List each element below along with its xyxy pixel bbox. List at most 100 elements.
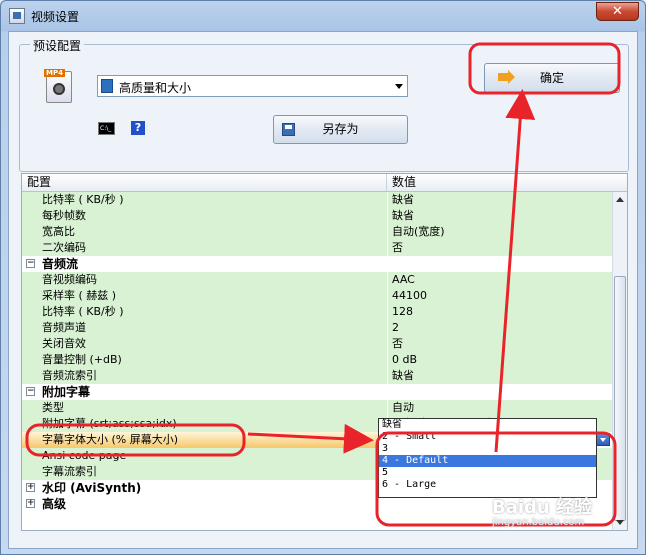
row-name-text: 字幕字体大小 (% 屏幕大小): [42, 433, 179, 446]
row-name-text: 字幕流索引: [42, 465, 97, 478]
table-row[interactable]: 比特率 ( KB/秒 ) 缺省: [22, 192, 612, 208]
row-name-cell: − 音频流: [22, 256, 387, 272]
expand-icon[interactable]: +: [26, 499, 35, 508]
table-row[interactable]: 音频流索引 缺省: [22, 368, 612, 384]
watermark-url: jingyan.baidu.com: [492, 517, 585, 528]
row-value-cell[interactable]: 否: [387, 336, 612, 352]
row-name-cell: + 高级: [22, 496, 387, 512]
category-row[interactable]: − 音频流: [22, 256, 612, 272]
row-name-text: 比特率 ( KB/秒 ): [42, 193, 124, 206]
font-size-dropdown-list[interactable]: 缺省 2 - Small 3 4 - Default 5 6 - Large: [378, 418, 597, 498]
row-value-cell[interactable]: 自动(宽度): [387, 224, 612, 240]
dropdown-option[interactable]: 缺省: [379, 419, 596, 431]
ok-label: 确定: [539, 71, 564, 85]
save-as-button[interactable]: 另存为: [273, 115, 408, 144]
row-name-cell: Ansi code page: [22, 448, 387, 464]
row-name-cell: 音量控制 (+dB): [22, 352, 387, 368]
column-header-config[interactable]: 配置: [22, 174, 387, 191]
row-name-text: 类型: [42, 401, 64, 414]
row-value-cell[interactable]: 128: [387, 304, 612, 320]
preset-group-label: 预设配置: [30, 37, 85, 54]
row-value-cell[interactable]: 缺省: [387, 192, 612, 208]
table-row[interactable]: 音视频编码 AAC: [22, 272, 612, 288]
scroll-up-arrow-icon[interactable]: [616, 197, 624, 202]
table-row[interactable]: 采样率 ( 赫兹 ) 44100: [22, 288, 612, 304]
table-row[interactable]: 音频声道 2: [22, 320, 612, 336]
row-name-text: 音频流: [42, 257, 79, 271]
table-row[interactable]: 音量控制 (+dB) 0 dB: [22, 352, 612, 368]
collapse-icon[interactable]: −: [26, 259, 35, 268]
expand-icon[interactable]: +: [26, 483, 35, 492]
row-name-cell: 字幕字体大小 (% 屏幕大小): [22, 432, 387, 448]
row-value-text: 自动(宽度): [392, 225, 445, 238]
scroll-down-arrow-icon[interactable]: [616, 520, 624, 525]
row-value-text: 2: [392, 321, 399, 334]
row-name-cell: 附加字幕 (srt;ass;ssa;idx): [22, 416, 387, 432]
row-value-text: 自动: [392, 401, 414, 414]
table-row[interactable]: 比特率 ( KB/秒 ) 128: [22, 304, 612, 320]
row-value-text: 0 dB: [392, 353, 418, 366]
dropdown-option[interactable]: 6 - Large: [379, 479, 596, 491]
grid-header: 配置 数值: [22, 174, 627, 192]
scrollbar-thumb[interactable]: [614, 276, 626, 521]
row-name-text: 每秒帧数: [42, 209, 86, 222]
category-row[interactable]: − 附加字幕: [22, 384, 612, 400]
row-name-text: Ansi code page: [42, 449, 127, 462]
row-name-cell: 音频流索引: [22, 368, 387, 384]
row-name-cell: 二次编码: [22, 240, 387, 256]
help-icon[interactable]: ?: [131, 121, 145, 135]
table-row[interactable]: 类型 自动: [22, 400, 612, 416]
row-value-cell[interactable]: 否: [387, 240, 612, 256]
floppy-disk-icon: [282, 123, 295, 136]
table-row[interactable]: 每秒帧数 缺省: [22, 208, 612, 224]
row-value-cell[interactable]: 0 dB: [387, 352, 612, 368]
row-name-text: 二次编码: [42, 241, 86, 254]
row-name-cell: − 附加字幕: [22, 384, 387, 400]
row-name-text: 关闭音效: [42, 337, 86, 350]
row-name-text: 比特率 ( KB/秒 ): [42, 305, 124, 318]
row-name-cell: 关闭音效: [22, 336, 387, 352]
dropdown-option[interactable]: 2 - Small: [379, 431, 596, 443]
row-value-cell: [387, 384, 612, 400]
preset-select[interactable]: 高质量和大小: [97, 75, 408, 97]
row-name-cell: 宽高比: [22, 224, 387, 240]
collapse-icon[interactable]: −: [26, 387, 35, 396]
row-value-cell[interactable]: 2: [387, 320, 612, 336]
row-value-cell: [387, 256, 612, 272]
watermark-brand: Baidu 经验: [492, 497, 593, 518]
window-title: 视频设置: [31, 10, 80, 24]
title-bar[interactable]: 视频设置 ✕: [1, 1, 645, 31]
row-name-cell: 音频声道: [22, 320, 387, 336]
table-row[interactable]: 宽高比 自动(宽度): [22, 224, 612, 240]
row-value-cell[interactable]: 缺省: [387, 208, 612, 224]
baidu-watermark: Baidu 经验 jingyan.baidu.com: [492, 493, 592, 528]
row-name-cell: 比特率 ( KB/秒 ): [22, 192, 387, 208]
dropdown-option[interactable]: 4 - Default: [379, 455, 596, 467]
close-button[interactable]: ✕: [596, 2, 639, 21]
dropdown-arrow-icon[interactable]: [596, 433, 610, 446]
row-value-cell[interactable]: 44100: [387, 288, 612, 304]
row-value-text: 缺省: [392, 193, 414, 206]
command-line-icon[interactable]: C:\_: [98, 122, 115, 135]
save-as-label: 另存为: [322, 122, 359, 136]
row-name-text: 宽高比: [42, 225, 75, 238]
row-name-text: 音频流索引: [42, 369, 97, 382]
mp4-file-icon: MP4: [44, 69, 74, 103]
row-value-cell[interactable]: 自动: [387, 400, 612, 416]
row-name-text: 附加字幕: [42, 385, 91, 399]
row-name-cell: 字幕流索引: [22, 464, 387, 480]
mp4-tag: MP4: [44, 69, 65, 77]
column-header-value[interactable]: 数值: [387, 174, 612, 191]
film-icon: [101, 79, 113, 93]
row-value-text: 否: [392, 337, 403, 350]
row-value-text: 缺省: [392, 209, 414, 222]
vertical-scrollbar[interactable]: [612, 192, 627, 530]
table-row[interactable]: 关闭音效 否: [22, 336, 612, 352]
dropdown-option[interactable]: 3: [379, 443, 596, 455]
video-settings-window: 视频设置 ✕ 预设配置 MP4 高质量和大小 C:\_ ? 另存为 确定 配置 …: [0, 0, 646, 555]
row-value-cell[interactable]: AAC: [387, 272, 612, 288]
dropdown-option[interactable]: 5: [379, 467, 596, 479]
table-row[interactable]: 二次编码 否: [22, 240, 612, 256]
row-value-cell[interactable]: 缺省: [387, 368, 612, 384]
ok-button[interactable]: 确定: [484, 63, 620, 93]
